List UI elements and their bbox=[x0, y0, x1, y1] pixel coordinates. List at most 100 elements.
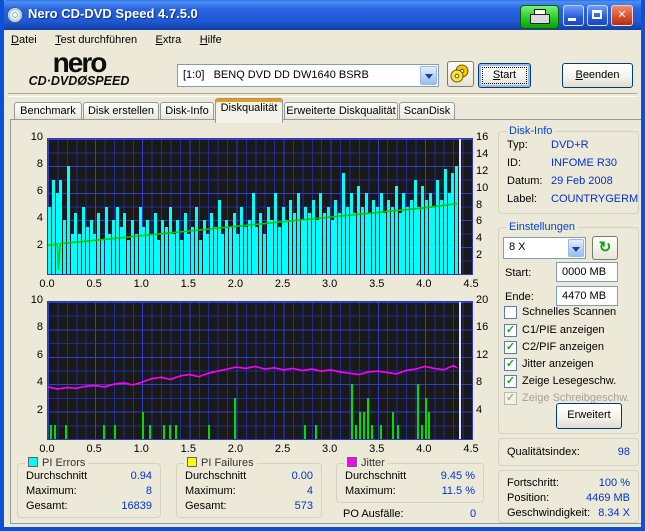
checkbox-schnelles-scannen[interactable] bbox=[504, 306, 517, 319]
pi-errors-legend-chip bbox=[28, 457, 38, 467]
progress-panel: Fortschritt: 100 % Position: 4469 MB Gesch… bbox=[498, 470, 639, 523]
advanced-button[interactable]: Erweitert bbox=[556, 403, 622, 429]
drive-select-value: [1:0] BENQ DVD DD DW1640 BSRB bbox=[183, 69, 369, 81]
axis-tick-label: 2.0 bbox=[227, 278, 244, 290]
checkbox-c2-pif[interactable]: ✓ bbox=[504, 341, 517, 354]
title-bar[interactable]: Nero CD-DVD Speed 4.7.5.0 ✕ bbox=[4, 0, 641, 30]
pi-errors-plot bbox=[47, 138, 473, 275]
scan-end-marker bbox=[458, 302, 461, 439]
pi-failures-legend-chip bbox=[187, 457, 197, 467]
chevron-down-icon[interactable] bbox=[420, 66, 437, 85]
axis-tick-label: 2 bbox=[36, 239, 43, 251]
menu-test-durchfuehren[interactable]: Test durchführen bbox=[48, 32, 144, 48]
menu-datei[interactable]: Datei bbox=[4, 32, 44, 48]
jitter-legend-chip bbox=[347, 457, 357, 467]
print-screen-button[interactable] bbox=[520, 5, 559, 29]
axis-tick-label: 2 bbox=[36, 403, 43, 416]
checkbox-schreibgeschwindigkeit: ✓ bbox=[504, 392, 517, 405]
chevron-down-icon[interactable] bbox=[568, 239, 584, 257]
axis-tick-label: 0.0 bbox=[39, 278, 55, 290]
start-position-input[interactable]: 0000 MB bbox=[556, 262, 618, 282]
axis-tick-label: 8 bbox=[476, 376, 483, 389]
start-position-label: Start: bbox=[505, 267, 532, 279]
axis-tick-label: 4 bbox=[476, 232, 483, 245]
jitter-pif-plot bbox=[47, 301, 473, 440]
axis-tick-label: 2 bbox=[476, 249, 483, 262]
axis-tick-label: 16 bbox=[476, 321, 489, 334]
toolbar: nero CD·DVDØSPEED [1:0] BENQ DVD DD DW16… bbox=[4, 48, 641, 97]
axis-tick-label: 6 bbox=[36, 185, 43, 197]
axis-tick-label: 6 bbox=[36, 348, 43, 361]
po-failures-label: PO Ausfälle: bbox=[343, 508, 404, 520]
axis-tick-label: 6 bbox=[476, 215, 483, 228]
axis-tick-label: 8 bbox=[36, 321, 43, 334]
axis-tick-label: 14 bbox=[476, 147, 489, 160]
axis-tick-label: 3.0 bbox=[322, 278, 338, 290]
axis-tick-label: 1.5 bbox=[180, 443, 196, 455]
axis-tick-label: 8 bbox=[36, 158, 43, 170]
axis-tick-label: 12 bbox=[476, 164, 489, 177]
menu-hilfe[interactable]: Hilfe bbox=[193, 32, 229, 48]
axis-tick-label: 1.0 bbox=[133, 443, 149, 455]
quit-button[interactable]: Beenden bbox=[562, 63, 633, 88]
minimize-icon bbox=[568, 18, 576, 21]
eject-button[interactable] bbox=[447, 61, 474, 87]
axis-tick-label: 20 bbox=[476, 294, 489, 306]
axis-tick-label: 4.5 bbox=[463, 278, 479, 290]
maximize-icon bbox=[592, 10, 602, 19]
disc-eject-icon bbox=[450, 64, 469, 83]
minimize-button[interactable] bbox=[563, 5, 584, 26]
tab-diskqualitaet[interactable]: Diskqualität bbox=[215, 98, 283, 123]
pi-errors-chart: 10 8 6 4 2 16 14 12 10 8 6 4 2 0.0 0.5 1.0 1.5 2.0 2.5 3.0 3… bbox=[14, 130, 492, 292]
axis-tick-label: 10 bbox=[476, 181, 489, 194]
disk-info-panel: Disk-Info Typ: DVD+R ID: INFOME R30 Datum:… bbox=[498, 125, 639, 214]
axis-tick-label: 10 bbox=[30, 131, 43, 143]
axis-tick-label: 1.0 bbox=[133, 278, 149, 290]
close-icon: ✕ bbox=[617, 9, 627, 21]
read-speed-line bbox=[48, 202, 458, 270]
axis-tick-label: 0.5 bbox=[86, 443, 102, 455]
axis-tick-label: 3.0 bbox=[322, 443, 338, 455]
maximize-button[interactable] bbox=[587, 5, 608, 26]
drive-select[interactable]: [1:0] BENQ DVD DD DW1640 BSRB bbox=[177, 64, 439, 87]
axis-tick-label: 2.5 bbox=[274, 443, 291, 455]
axis-tick-label: 4.5 bbox=[463, 443, 479, 455]
jitter-line bbox=[48, 364, 458, 390]
menu-extra[interactable]: Extra bbox=[149, 32, 189, 48]
end-position-input[interactable]: 4470 MB bbox=[556, 286, 618, 306]
po-failures-value: 0 bbox=[470, 508, 477, 520]
app-window: Nero CD-DVD Speed 4.7.5.0 ✕ Datei Test d… bbox=[0, 0, 645, 531]
quality-index-panel: Qualitätsindex: 98 bbox=[498, 438, 639, 466]
window-title: Nero CD-DVD Speed 4.7.5.0 bbox=[28, 6, 198, 21]
axis-tick-label: 2.5 bbox=[274, 278, 291, 290]
axis-tick-label: 4 bbox=[36, 376, 43, 389]
nero-logo: nero CD·DVDØSPEED bbox=[28, 47, 130, 88]
checkbox-jitter[interactable]: ✓ bbox=[504, 358, 517, 371]
axis-tick-label: 2.0 bbox=[227, 443, 244, 455]
checkbox-c1-pie[interactable]: ✓ bbox=[504, 324, 517, 337]
jitter-panel: Jitter Durchschnitt 9.45 % Maximum: 11.5 % bbox=[336, 457, 484, 503]
axis-tick-label: 10 bbox=[30, 294, 43, 306]
close-button[interactable]: ✕ bbox=[611, 5, 633, 26]
speed-select[interactable]: 8 X bbox=[503, 237, 586, 259]
jitter-pif-chart: 10 8 6 4 2 20 16 12 8 4 0.0 0.5 1.0 1.5 2.0 2.5 3.0 3.5 4.… bbox=[14, 293, 492, 457]
refresh-button[interactable]: ↻ bbox=[592, 236, 618, 260]
axis-tick-label: 0.5 bbox=[86, 278, 102, 290]
axis-tick-label: 8 bbox=[476, 198, 483, 211]
tab-strip: Benchmark Disk erstellen Disk-Info Diskq… bbox=[4, 98, 641, 123]
axis-tick-label: 4.0 bbox=[416, 278, 432, 290]
axis-tick-label: 4 bbox=[476, 403, 483, 416]
axis-tick-label: 0.0 bbox=[39, 443, 55, 455]
refresh-icon: ↻ bbox=[598, 239, 612, 256]
checkbox-lesegeschwindigkeit[interactable]: ✓ bbox=[504, 375, 517, 388]
start-button[interactable]: Start bbox=[478, 63, 531, 88]
axis-tick-label: 3.5 bbox=[369, 443, 385, 455]
pi-errors-panel: PI Errors Durchschnitt 0.94 Maximum: 8 Ges… bbox=[17, 457, 161, 518]
axis-tick-label: 12 bbox=[476, 348, 489, 361]
axis-tick-label: 1.5 bbox=[180, 278, 196, 290]
scan-end-marker bbox=[458, 139, 461, 274]
axis-tick-label: 3.5 bbox=[369, 278, 385, 290]
end-position-label: Ende: bbox=[505, 291, 534, 303]
axis-tick-label: 4.0 bbox=[416, 443, 432, 455]
pi-failures-panel: PI Failures Durchschnitt 0.00 Maximum: 4 G… bbox=[176, 457, 322, 518]
